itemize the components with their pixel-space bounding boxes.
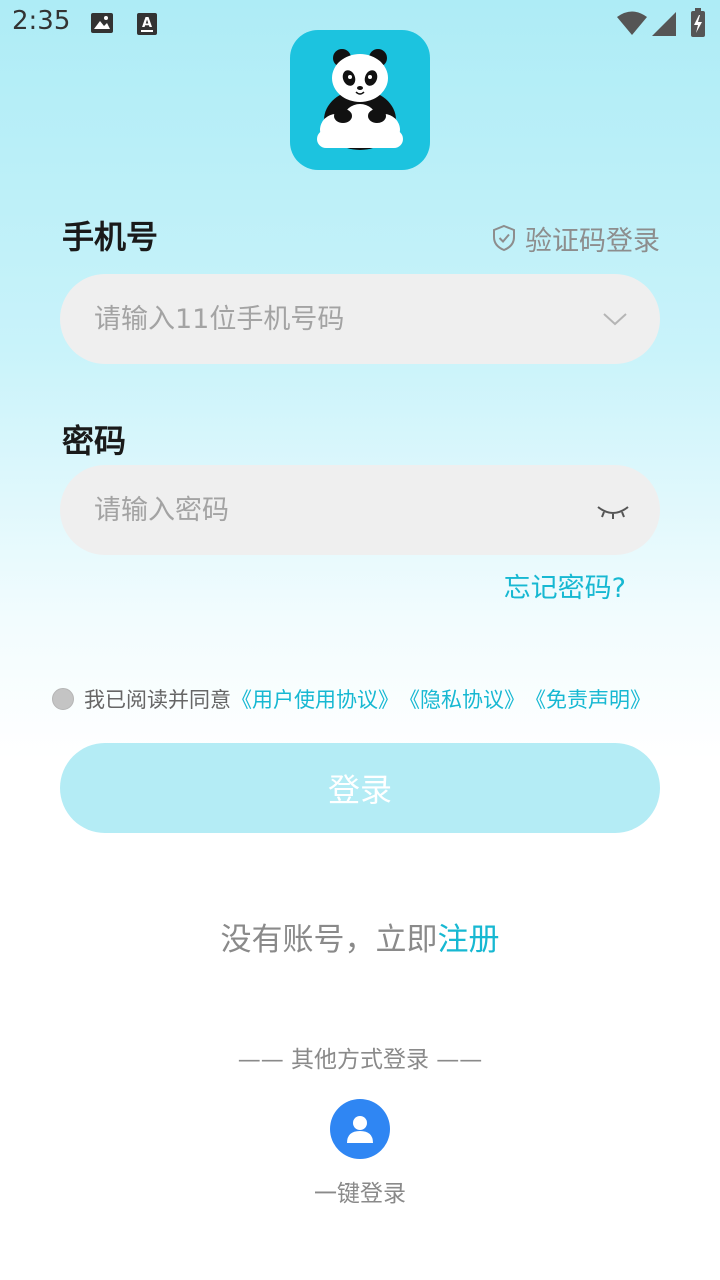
privacy-link[interactable]: 《隐私协议》 — [399, 684, 525, 714]
app-logo — [290, 30, 430, 170]
register-row: 没有账号，立即注册 — [0, 914, 720, 959]
password-input[interactable] — [92, 493, 566, 527]
login-button[interactable]: 登录 — [60, 743, 660, 833]
user-icon — [347, 1116, 373, 1143]
phone-field — [60, 274, 660, 364]
agreement-row: 我已阅读并同意 《用户使用协议》 《隐私协议》 《免责声明》 — [52, 684, 651, 714]
chevron-down-icon[interactable] — [600, 304, 630, 334]
user-agreement-link[interactable]: 《用户使用协议》 — [231, 684, 399, 714]
eye-closed-icon[interactable] — [596, 495, 630, 525]
svg-text:A: A — [142, 16, 152, 31]
agreement-text: 我已阅读并同意 — [84, 688, 231, 712]
password-field — [60, 465, 660, 555]
register-text: 没有账号，立即 — [220, 922, 438, 958]
signal-icon — [652, 12, 676, 36]
register-link[interactable]: 注册 — [438, 922, 500, 958]
one-key-login-button[interactable] — [330, 1099, 390, 1159]
phone-label: 手机号 — [62, 218, 159, 256]
panda-on-cloud-icon — [317, 49, 403, 150]
wifi-icon — [617, 11, 647, 35]
shield-check-icon — [493, 224, 515, 252]
sms-login-label: 验证码登录 — [525, 225, 660, 257]
status-time: 2:35 — [12, 6, 71, 36]
other-login-title: —— 其他方式登录 —— — [237, 1047, 483, 1073]
disclaimer-link[interactable]: 《免责声明》 — [525, 684, 651, 714]
font-a-icon: A — [137, 13, 157, 35]
phone-input[interactable] — [92, 302, 566, 336]
battery-charging-icon — [691, 8, 705, 37]
forgot-password-link[interactable]: 忘记密码? — [504, 566, 626, 605]
agreement-checkbox[interactable] — [52, 688, 74, 710]
image-icon — [91, 13, 113, 33]
password-label: 密码 — [62, 422, 127, 460]
sms-login-button[interactable]: 验证码登录 — [491, 218, 660, 258]
one-key-login-label[interactable]: 一键登录 — [0, 1174, 720, 1208]
